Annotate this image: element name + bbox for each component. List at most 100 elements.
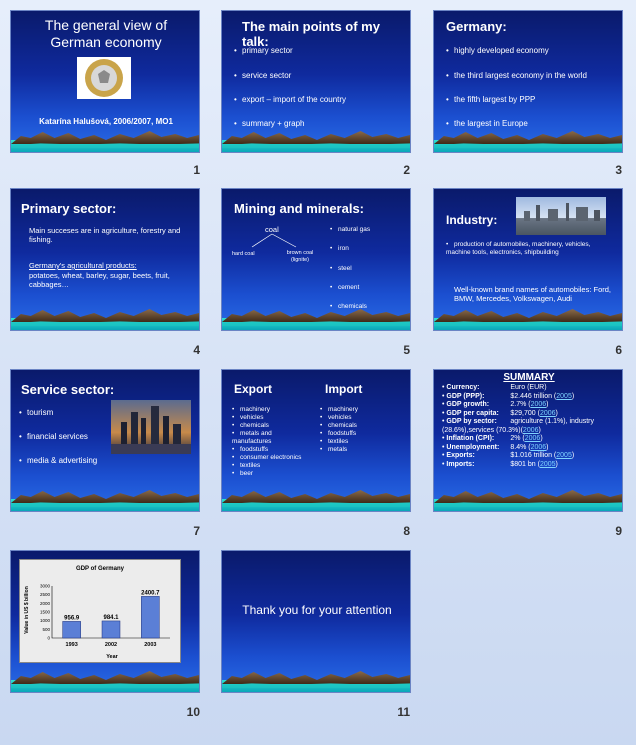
summary-row: • Exports: $1.016 trillion (2005) — [442, 452, 575, 459]
bullet-item: • the fifth largest by PPP — [446, 95, 536, 104]
slide-number: 10 — [186, 705, 200, 719]
slide-number: 8 — [403, 524, 410, 538]
list-item: • metals — [320, 446, 348, 453]
summary-value: $2.446 trillion ( — [508, 392, 557, 400]
mountain-decoration — [11, 666, 199, 692]
slide-title: Primary sector: — [21, 201, 117, 216]
bullet-item: • the third largest economy in the world — [446, 71, 587, 80]
x-tick-label: 1993 — [66, 642, 78, 648]
bullet-item: • primary sector — [234, 46, 293, 55]
summary-row: • Currency: Euro (EUR) — [442, 384, 547, 391]
year-link[interactable]: 2005 — [556, 393, 572, 400]
year-link[interactable]: 2006 — [531, 401, 547, 408]
summary-label: GDP per capita: — [446, 409, 499, 417]
summary-row: • GDP (PPP): $2.446 trillion (2005) — [442, 392, 575, 400]
slide-number: 5 — [403, 343, 410, 357]
slide-7-thumbnail[interactable]: Service sector: • tourism • financial serv… — [10, 369, 200, 512]
slide-9-thumbnail[interactable]: SUMMARY • Currency: Euro (EUR) • GDP (PPP… — [433, 369, 623, 512]
bullet-item: • steel — [330, 265, 352, 272]
mountain-decoration — [11, 304, 199, 330]
slide-6-thumbnail[interactable]: Industry: • production of automobiles, ma… — [433, 188, 623, 331]
list-item: • machinery — [320, 406, 358, 413]
y-tick-label: 2500 — [40, 592, 51, 597]
summary-row: • Unemployment: 8.4% (2006) — [442, 443, 549, 451]
mountain-decoration — [222, 126, 410, 152]
bullet-item: • media & advertising — [19, 456, 98, 465]
list-item: • vehicles — [320, 414, 352, 421]
body-text: Well-known brand names of automobiles: F… — [454, 285, 612, 303]
summary-row: • GDP by sector: agriculture (1.1%), ind… — [442, 418, 594, 434]
slide-4-thumbnail[interactable]: Primary sector: Main succeses are in agr… — [10, 188, 200, 331]
city-skyline-image — [111, 400, 191, 454]
x-tick-label: 2003 — [144, 642, 156, 648]
summary-value: $29,700 ( — [508, 409, 540, 417]
body-subheading: Germany's agricultural products: — [29, 261, 137, 270]
slide-11-thumbnail[interactable]: Thank you for your attention — [221, 550, 411, 693]
mountain-decoration — [434, 126, 622, 152]
bar — [62, 621, 81, 639]
y-tick-label: 3000 — [40, 584, 51, 589]
bullet-item: • highly developed economy — [446, 46, 549, 55]
coal-tree-lines — [251, 233, 297, 248]
year-link[interactable]: 2006 — [531, 444, 547, 451]
summary-label: Currency: — [446, 384, 480, 391]
euro-coin-image — [77, 57, 131, 99]
y-tick-label: 0 — [47, 636, 50, 641]
bullet-item: • production of automobiles, machinery, v… — [446, 241, 591, 256]
summary-list: • Currency: Euro (EUR) • GDP (PPP): $2.44… — [442, 384, 620, 469]
gdp-chart-svg: GDP of Germany Value in US $ billion Yea… — [24, 566, 170, 660]
year-link[interactable]: 2006 — [523, 427, 539, 434]
bullet-item: • export – import of the country — [234, 95, 347, 104]
summary-label: Imports: — [446, 460, 475, 468]
brown-coal-label: brown coal (lignite) — [286, 250, 314, 263]
chart-title: GDP of Germany — [76, 566, 125, 572]
summary-label: Inflation (CPI): — [446, 435, 495, 442]
summary-heading: SUMMARY — [503, 372, 555, 383]
year-link[interactable]: 2005 — [556, 452, 572, 459]
coin-icon — [85, 59, 123, 97]
slide-title: Industry: — [446, 213, 498, 227]
list-item: • consumer electronics — [232, 454, 302, 461]
summary-row: • GDP growth: 2.7% (2006) — [442, 401, 549, 408]
summary-value: 8.4% ( — [508, 443, 531, 451]
slide-number: 9 — [615, 524, 622, 538]
bullet-item: • iron — [330, 245, 349, 252]
slide-8-thumbnail[interactable]: Export Import • machinery • vehicles • chem… — [221, 369, 411, 512]
import-list: • machinery • vehicles • chemicals • foodstu… — [320, 406, 358, 454]
summary-value: 2.7% ( — [508, 401, 531, 408]
bullet-item: • cement — [330, 284, 360, 291]
y-axis-label: Value in US $ billion — [24, 586, 30, 634]
bullet-item: • tourism — [19, 408, 54, 417]
slide-number: 1 — [193, 163, 200, 177]
bar — [141, 596, 160, 639]
y-tick-label: 1500 — [40, 610, 51, 615]
slide-5-thumbnail[interactable]: Mining and minerals: coal hard coal brow… — [221, 188, 411, 331]
industry-image — [516, 197, 606, 235]
slide-number: 4 — [193, 343, 200, 357]
list-item: • chemicals — [320, 422, 357, 429]
export-list: • machinery • vehicles • chemicals • metals … — [232, 406, 301, 478]
mountain-decoration — [222, 304, 410, 330]
body-text: potatoes, wheat, barley, sugar, beets, f… — [29, 271, 170, 289]
year-link[interactable]: 2006 — [540, 410, 556, 417]
summary-label: GDP by sector: — [446, 418, 497, 425]
list-item: • textiles — [232, 462, 261, 469]
mountain-decoration — [434, 304, 622, 330]
list-item: • machinery — [232, 406, 270, 413]
mountain-decoration — [222, 485, 410, 511]
slide-10-thumbnail[interactable]: GDP of Germany Value in US $ billion Yea… — [10, 550, 200, 693]
list-item: • metals and manufactures — [232, 430, 272, 445]
year-link[interactable]: 2006 — [525, 435, 541, 442]
body-text: Main succeses are in agriculture, forest… — [29, 226, 181, 244]
slide-2-thumbnail[interactable]: The main points of my talk: • primary sec… — [221, 10, 411, 153]
year-link[interactable]: 2005 — [540, 461, 556, 468]
mountain-decoration — [11, 126, 199, 152]
mountain-decoration — [434, 485, 622, 511]
slide-number: 3 — [615, 163, 622, 177]
summary-value: $1.016 trillion ( — [508, 452, 557, 459]
bullet-item: • service sector — [234, 71, 292, 80]
slide-number: 11 — [397, 705, 410, 719]
slide-3-thumbnail[interactable]: Germany: • highly developed economy • the … — [433, 10, 623, 153]
bar-value-label: 956.9 — [64, 615, 80, 621]
slide-1-thumbnail[interactable]: The general view of German economy Katar… — [10, 10, 200, 153]
